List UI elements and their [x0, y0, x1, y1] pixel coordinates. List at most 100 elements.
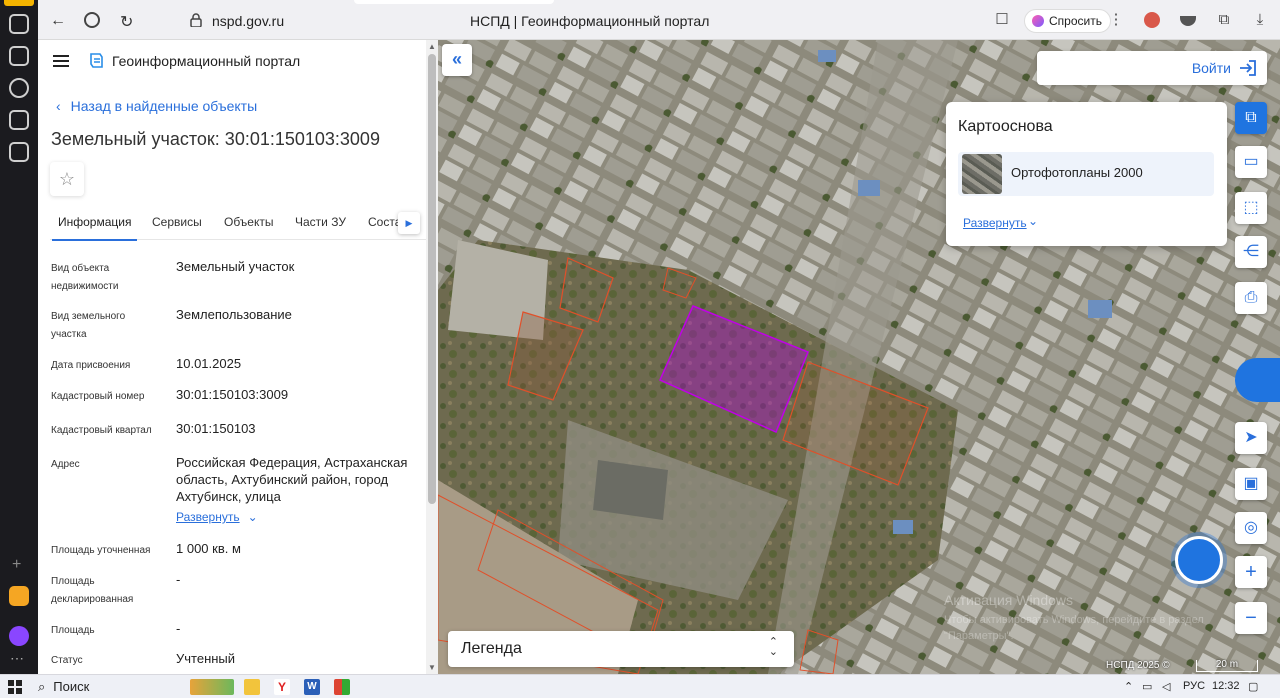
info-tabs: Информация Сервисы Объекты Части ЗУ Сост…: [50, 206, 426, 241]
attr-key: Статус: [51, 655, 83, 666]
attr-value: Землепользование: [176, 307, 292, 322]
word-icon[interactable]: W: [304, 679, 320, 695]
tab-objects[interactable]: Объекты: [224, 215, 274, 229]
download-icon[interactable]: ⤓: [1252, 12, 1268, 28]
expand-label: Развернуть: [176, 510, 240, 524]
attr-key: Площадь уточненная: [51, 545, 151, 556]
attr-value: Учтенный: [176, 651, 236, 666]
alice-icon[interactable]: [9, 626, 29, 646]
feedback-icon[interactable]: [1235, 358, 1280, 402]
scroll-up-icon[interactable]: ▲: [428, 42, 436, 51]
protect-icon[interactable]: [84, 12, 100, 28]
windows-taskbar: ⌕ Поиск Y W ⌃ ▭ ◁ РУС 12:32 ▢: [0, 674, 1280, 698]
object-heading: Земельный участок: 30:01:150103:3009: [51, 129, 380, 149]
tab-information[interactable]: Информация: [51, 215, 139, 241]
extension-icon[interactable]: [1144, 12, 1160, 28]
tabs-scroll-right-icon[interactable]: ▶: [398, 212, 420, 234]
expand-collapse-icon: ⌃ ⌄: [768, 636, 778, 658]
winrar-icon[interactable]: [334, 679, 350, 695]
yandex-browser-icon[interactable]: Y: [274, 679, 290, 695]
volume-icon[interactable]: ◁: [1162, 680, 1170, 693]
lock-icon: [190, 13, 202, 27]
history-icon[interactable]: [9, 14, 29, 34]
clock[interactable]: 12:32: [1212, 680, 1240, 692]
chevron-up-icon[interactable]: ⌃: [1124, 680, 1133, 693]
ruler-icon[interactable]: ▭: [1235, 146, 1267, 178]
active-tab-hint: [354, 0, 554, 4]
seven-icon[interactable]: [9, 110, 29, 130]
legend-label: Легенда: [461, 640, 522, 657]
browser-badge: [4, 0, 34, 6]
chat-icon[interactable]: [1175, 536, 1223, 584]
browser-sidebar: + ⋯: [0, 0, 38, 674]
tab-composition[interactable]: Соста: [368, 215, 401, 229]
login-icon: [1240, 60, 1256, 76]
watermark-line: "Параметры".: [944, 630, 1014, 642]
address-expand-link[interactable]: Развернуть ⌄: [176, 508, 258, 526]
collections-icon[interactable]: [9, 46, 29, 66]
scroll-thumb[interactable]: [428, 54, 436, 504]
search-icon: ⌕: [38, 679, 46, 694]
basemap-title: Картооснова: [958, 118, 1053, 135]
zoom-in-icon[interactable]: +: [1235, 556, 1267, 588]
widget-icon[interactable]: [190, 679, 234, 695]
basemap-expand-link[interactable]: Развернуть: [963, 216, 1027, 230]
select-area-icon[interactable]: ⬚: [1235, 192, 1267, 224]
legend-dropdown[interactable]: Легенда ⌃ ⌄: [448, 631, 794, 667]
page-title: НСПД | Геоинформационный портал: [470, 13, 710, 29]
taskbar-search[interactable]: ⌕ Поиск: [38, 679, 89, 695]
zoom-out-icon[interactable]: −: [1235, 602, 1267, 634]
ask-label: Спросить: [1049, 14, 1102, 28]
attr-value: 10.01.2025: [176, 356, 242, 371]
attr-key: Площадь: [51, 625, 95, 636]
chevron-left-icon: ‹: [56, 98, 61, 114]
minimap-icon[interactable]: ▣: [1235, 468, 1267, 500]
attr-key: Площадь декларированная: [51, 576, 134, 605]
hamburger-menu-icon[interactable]: [53, 55, 69, 67]
back-link-label: Назад в найденные объекты: [70, 98, 258, 114]
reload-icon[interactable]: ↻: [120, 12, 133, 32]
ask-button[interactable]: Спросить: [1024, 9, 1111, 33]
object-info-panel: Геоинформационный портал ‹ Назад в найден…: [38, 40, 426, 674]
translate-icon[interactable]: ⧉: [1216, 12, 1232, 28]
windows-watermark-hint: Чтобы активировать Windows, перейдите в …: [944, 612, 1204, 644]
attr-key: Адрес: [51, 459, 80, 470]
layers-icon[interactable]: ⧉: [1235, 102, 1267, 134]
address-bar[interactable]: nspd.gov.ru: [212, 13, 284, 29]
browser-toolbar: ← ↻ nspd.gov.ru НСПД | Геоинформационный…: [38, 0, 1280, 40]
bookmark-icon[interactable]: ☐: [994, 12, 1010, 28]
favorite-star-icon[interactable]: ☆: [50, 162, 84, 196]
file-explorer-icon[interactable]: [244, 679, 260, 695]
login-button[interactable]: Войти: [1037, 51, 1267, 85]
navigate-icon[interactable]: ➤: [1235, 422, 1267, 454]
mail-icon[interactable]: [9, 586, 29, 606]
attr-key: Вид объекта недвижимости: [51, 263, 119, 292]
collapse-panel-icon[interactable]: «: [442, 44, 472, 76]
basemap-name: Ортофотопланы 2000: [1011, 165, 1143, 180]
back-to-results-link[interactable]: ‹ Назад в найденные объекты: [56, 98, 257, 114]
my-location-icon[interactable]: ◎: [1235, 512, 1267, 544]
notifications-icon[interactable]: ▢: [1248, 680, 1258, 693]
play-icon[interactable]: [9, 78, 29, 98]
menu-icon[interactable]: ⋮: [1108, 12, 1124, 28]
tab-services[interactable]: Сервисы: [152, 215, 202, 229]
map-canvas[interactable]: « Войти Картооснова Ортофотопланы 2000 Р…: [438, 40, 1280, 674]
panel-scrollbar[interactable]: ▲ ▼: [426, 40, 438, 674]
network-icon[interactable]: ▭: [1142, 680, 1152, 693]
attr-value: Российская Федерация, Астраханская облас…: [176, 455, 408, 504]
add-icon[interactable]: +: [12, 556, 21, 574]
basemap-selected-item[interactable]: Ортофотопланы 2000: [958, 152, 1214, 196]
map-scale: 20 m: [1196, 660, 1258, 672]
print-icon[interactable]: ⎙: [1235, 282, 1267, 314]
camera-icon[interactable]: [9, 142, 29, 162]
more-icon[interactable]: ⋯: [10, 650, 24, 667]
share-icon[interactable]: ⋲: [1235, 236, 1267, 268]
basemap-thumbnail: [962, 154, 1002, 194]
back-icon[interactable]: ←: [50, 12, 66, 30]
chevron-down-icon: ⌄: [247, 510, 258, 524]
scroll-down-icon[interactable]: ▼: [428, 663, 436, 672]
keyboard-language[interactable]: РУС: [1183, 680, 1205, 692]
windows-start-icon[interactable]: [8, 680, 22, 694]
tab-parts[interactable]: Части ЗУ: [295, 215, 346, 229]
vpn-icon[interactable]: [1180, 16, 1196, 26]
